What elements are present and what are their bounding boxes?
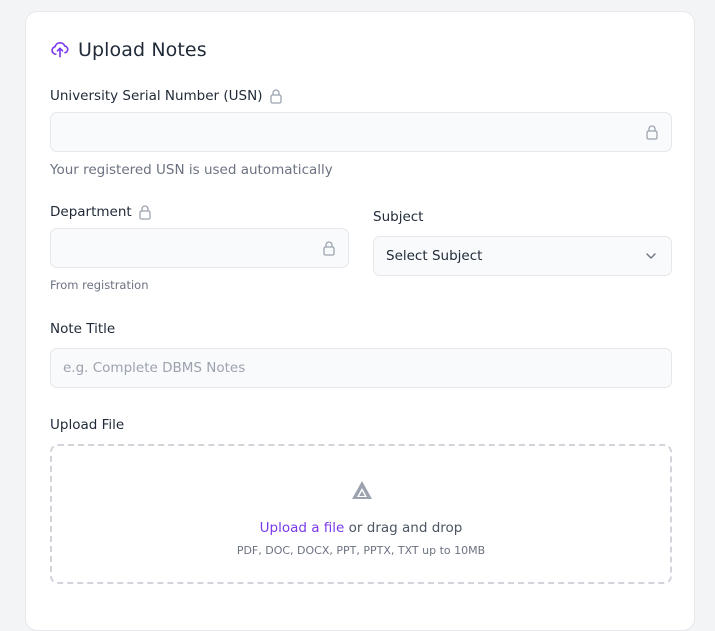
usn-input[interactable] <box>51 113 671 151</box>
usn-label: University Serial Number (USN) <box>50 88 283 104</box>
usn-field[interactable] <box>50 112 672 152</box>
lock-icon <box>269 89 282 104</box>
department-input[interactable] <box>51 229 348 267</box>
allowed-formats: PDF, DOC, DOCX, PPT, PPTX, TXT up to 10M… <box>236 544 486 557</box>
drag-drop-text: or drag and drop <box>344 520 463 536</box>
note-title-label: Note Title <box>50 321 115 337</box>
card-header: Upload Notes <box>50 39 207 61</box>
dropzone-instructions: Upload a file or drag and drop <box>52 520 670 536</box>
page-title: Upload Notes <box>78 39 207 61</box>
department-label-text: Department <box>50 204 132 220</box>
file-upload-icon <box>352 481 372 499</box>
department-field[interactable] <box>50 228 349 268</box>
subject-label: Subject <box>373 209 423 225</box>
upload-file-label-text: Upload File <box>50 417 125 433</box>
subject-label-text: Subject <box>373 209 424 225</box>
department-hint: From registration <box>50 278 149 292</box>
lock-icon <box>323 241 335 256</box>
subject-selected-value: Select Subject <box>386 248 483 264</box>
lock-icon <box>139 205 151 220</box>
upload-file-label: Upload File <box>50 417 124 433</box>
upload-notes-card: Upload Notes University Serial Number (U… <box>25 11 695 631</box>
file-dropzone[interactable]: Upload a file or drag and drop PDF, DOC,… <box>50 444 672 584</box>
note-title-label-text: Note Title <box>50 321 116 337</box>
subject-select[interactable]: Select Subject <box>373 236 672 276</box>
note-title-field[interactable] <box>50 348 672 388</box>
usn-label-text: University Serial Number (USN) <box>50 88 263 104</box>
chevron-down-icon <box>646 253 656 259</box>
usn-hint: Your registered USN is used automaticall… <box>50 162 333 178</box>
lock-icon <box>646 125 658 140</box>
department-label: Department <box>50 204 152 220</box>
cloud-upload-icon <box>51 41 69 58</box>
upload-file-link[interactable]: Upload a file <box>260 520 345 536</box>
note-title-input[interactable] <box>51 349 671 387</box>
